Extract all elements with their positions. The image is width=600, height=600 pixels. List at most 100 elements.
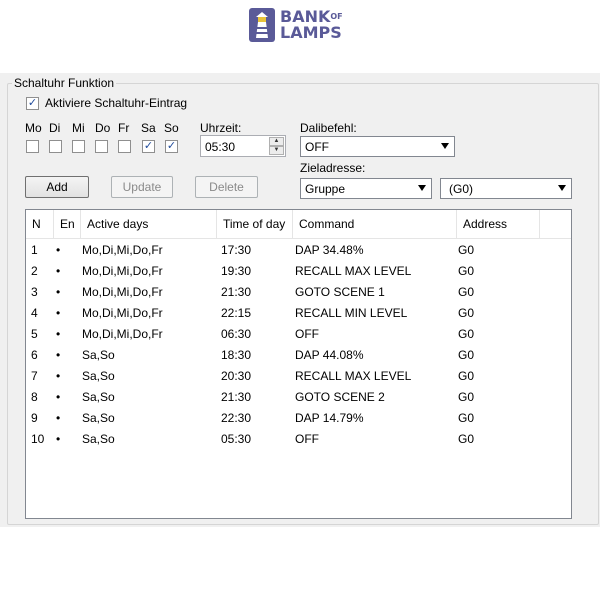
table-row[interactable]: 6 • Sa,So 18:30 DAP 44.08% G0 (26, 345, 571, 366)
schedule-table[interactable]: N En Active days Time of day Command Add… (25, 209, 572, 519)
delete-button[interactable]: Delete (195, 176, 258, 198)
table-row[interactable]: 1 • Mo,Di,Mi,Do,Fr 17:30 DAP 34.48% G0 (26, 240, 571, 261)
day-checkbox-mo[interactable] (26, 140, 39, 153)
bank-of-lamps-logo: BANKOF LAMPS (249, 8, 343, 42)
table-row[interactable]: 8 • Sa,So 21:30 GOTO SCENE 2 G0 (26, 387, 571, 408)
table-cell: RECALL MAX LEVEL (295, 264, 412, 278)
lighthouse-icon (249, 8, 275, 42)
table-cell: Mo,Di,Mi,Do,Fr (82, 285, 163, 299)
spin-down-icon[interactable]: ▼ (269, 146, 284, 155)
table-cell: • (56, 348, 61, 362)
table-cell: G0 (458, 411, 475, 425)
table-row[interactable]: 3 • Mo,Di,Mi,Do,Fr 21:30 GOTO SCENE 1 G0 (26, 282, 571, 303)
chevron-down-icon (558, 185, 566, 191)
table-cell: 10 (31, 432, 45, 446)
activate-label: Aktiviere Schaltuhr-Eintrag (45, 96, 188, 110)
day-label-mo: Mo (25, 121, 42, 135)
table-cell: • (56, 243, 61, 257)
table-cell: G0 (458, 306, 475, 320)
day-label-mi: Mi (72, 121, 85, 135)
dali-command-select[interactable]: OFF (300, 136, 455, 157)
table-cell: G0 (458, 327, 475, 341)
table-cell: 8 (31, 390, 38, 404)
day-label-so: So (164, 121, 179, 135)
day-label-do: Do (95, 121, 111, 135)
table-cell: GOTO SCENE 1 (295, 285, 385, 299)
table-cell: 9 (31, 411, 38, 425)
day-checkbox-fr[interactable] (118, 140, 131, 153)
table-cell: 18:30 (221, 348, 252, 362)
table-cell: Sa,So (82, 369, 115, 383)
logo-text: BANKOF LAMPS (280, 7, 343, 42)
table-cell: • (56, 432, 61, 446)
table-cell: • (56, 390, 61, 404)
column-header-address[interactable]: Address (457, 210, 540, 238)
day-checkbox-do[interactable] (95, 140, 108, 153)
group-title: Schaltuhr Funktion (12, 76, 117, 90)
day-checkbox-mi[interactable] (72, 140, 85, 153)
table-cell: DAP 34.48% (295, 243, 364, 257)
table-cell: Sa,So (82, 390, 115, 404)
table-cell: OFF (295, 327, 319, 341)
time-value: 05:30 (205, 140, 236, 154)
table-cell: G0 (458, 243, 475, 257)
update-button[interactable]: Update (111, 176, 173, 198)
table-row[interactable]: 2 • Mo,Di,Mi,Do,Fr 19:30 RECALL MAX LEVEL G0 (26, 261, 571, 282)
table-cell: G0 (458, 390, 475, 404)
column-header-en[interactable]: En (54, 210, 81, 238)
table-row[interactable]: 4 • Mo,Di,Mi,Do,Fr 22:15 RECALL MIN LEVEL G0 (26, 303, 571, 324)
table-cell: Sa,So (82, 411, 115, 425)
column-header-time[interactable]: Time of day (217, 210, 293, 238)
spin-up-icon[interactable]: ▲ (269, 137, 284, 146)
day-checkbox-sa[interactable]: ✓ (142, 140, 155, 153)
table-cell: 4 (31, 306, 38, 320)
table-cell: OFF (295, 432, 319, 446)
table-cell: Mo,Di,Mi,Do,Fr (82, 243, 163, 257)
table-cell: G0 (458, 369, 475, 383)
day-checkbox-di[interactable] (49, 140, 62, 153)
target-label: Zieladresse: (300, 161, 366, 175)
table-cell: DAP 14.79% (295, 411, 364, 425)
table-cell: 22:30 (221, 411, 252, 425)
table-row[interactable]: 5 • Mo,Di,Mi,Do,Fr 06:30 OFF G0 (26, 324, 571, 345)
table-cell: • (56, 327, 61, 341)
table-cell: G0 (458, 348, 475, 362)
table-cell: GOTO SCENE 2 (295, 390, 385, 404)
table-cell: 06:30 (221, 327, 252, 341)
table-cell: • (56, 264, 61, 278)
time-label: Uhrzeit: (200, 121, 242, 135)
target-address-select[interactable]: (G0) (440, 178, 572, 199)
activate-checkbox[interactable]: ✓ (26, 97, 39, 110)
table-cell: • (56, 369, 61, 383)
table-row[interactable]: 10 • Sa,So 05:30 OFF G0 (26, 429, 571, 450)
column-header-n[interactable]: N (26, 210, 54, 238)
time-spinner[interactable]: 05:30 ▲ ▼ (200, 135, 286, 157)
table-cell: 05:30 (221, 432, 252, 446)
day-checkbox-so[interactable]: ✓ (165, 140, 178, 153)
table-cell: RECALL MIN LEVEL (295, 306, 408, 320)
table-cell: Sa,So (82, 348, 115, 362)
chevron-down-icon (441, 143, 449, 149)
table-row[interactable]: 9 • Sa,So 22:30 DAP 14.79% G0 (26, 408, 571, 429)
table-cell: Mo,Di,Mi,Do,Fr (82, 327, 163, 341)
table-cell: 1 (31, 243, 38, 257)
table-cell: 22:15 (221, 306, 252, 320)
target-type-value: Gruppe (305, 182, 346, 196)
table-cell: 21:30 (221, 390, 252, 404)
dali-command-value: OFF (305, 140, 329, 154)
table-cell: 5 (31, 327, 38, 341)
table-cell: RECALL MAX LEVEL (295, 369, 412, 383)
dali-label: Dalibefehl: (300, 121, 357, 135)
table-row[interactable]: 7 • Sa,So 20:30 RECALL MAX LEVEL G0 (26, 366, 571, 387)
table-cell: DAP 44.08% (295, 348, 364, 362)
column-header-active-days[interactable]: Active days (81, 210, 217, 238)
table-cell: 17:30 (221, 243, 252, 257)
column-header-command[interactable]: Command (293, 210, 457, 238)
day-label-di: Di (49, 121, 61, 135)
add-button[interactable]: Add (25, 176, 89, 198)
table-cell: Mo,Di,Mi,Do,Fr (82, 264, 163, 278)
target-type-select[interactable]: Gruppe (300, 178, 432, 199)
checkmark-icon: ✓ (27, 97, 38, 109)
table-cell: • (56, 411, 61, 425)
table-cell: 6 (31, 348, 38, 362)
